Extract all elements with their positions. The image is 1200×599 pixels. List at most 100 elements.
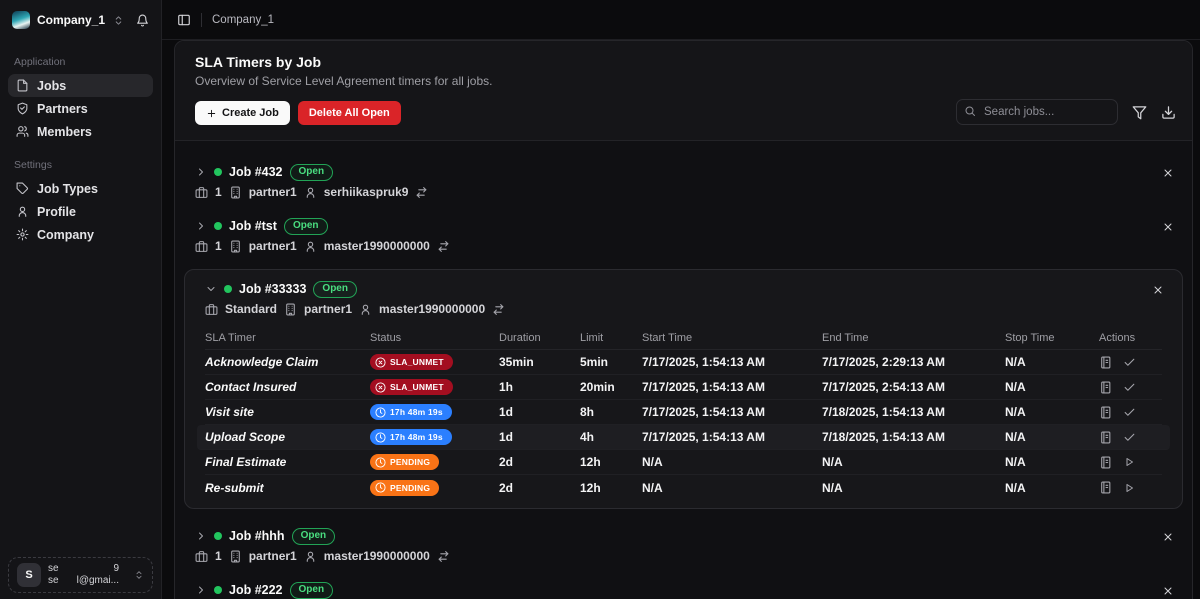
chevron-right-icon[interactable] (195, 584, 207, 596)
check-icon[interactable] (1123, 356, 1136, 369)
chevron-right-icon[interactable] (195, 530, 207, 542)
clock-icon (375, 432, 386, 443)
bell-icon[interactable] (136, 14, 149, 27)
page-title: SLA Timers by Job (195, 54, 1172, 70)
download-icon[interactable] (1161, 105, 1176, 120)
building-icon (229, 186, 242, 199)
user-menu[interactable]: S se9 sel@gmai... (8, 557, 153, 593)
swap-icon[interactable] (415, 186, 428, 199)
chevron-right-icon[interactable] (195, 166, 207, 178)
log-icon[interactable] (1099, 406, 1112, 419)
log-icon[interactable] (1099, 456, 1112, 469)
chevrons-up-down-icon (134, 570, 144, 580)
close-job-button[interactable] (1162, 585, 1174, 597)
divider (201, 13, 202, 27)
search-box (956, 99, 1118, 125)
sla-start-time: 7/17/2025, 1:54:13 AM (642, 380, 822, 394)
sidebar-item-label: Partners (37, 102, 88, 116)
sidebar-item-job-types[interactable]: Job Types (8, 177, 153, 200)
file-icon (16, 79, 29, 92)
nav-section-settings: Settings (0, 159, 161, 171)
briefcase-icon (195, 186, 208, 199)
sla-duration: 35min (499, 355, 580, 369)
user-icon (16, 205, 29, 218)
sla-limit: 4h (580, 430, 642, 444)
sidebar-item-profile[interactable]: Profile (8, 200, 153, 223)
building-icon (229, 240, 242, 253)
breadcrumb[interactable]: Company_1 (212, 14, 274, 26)
close-job-button[interactable] (1162, 167, 1174, 179)
filter-icon[interactable] (1132, 105, 1147, 120)
sla-column-header: Start Time (642, 332, 822, 344)
sla-duration: 1d (499, 405, 580, 419)
sidebar-item-jobs[interactable]: Jobs (8, 74, 153, 97)
workspace-switcher[interactable]: Company_1 (0, 0, 161, 40)
log-icon[interactable] (1099, 431, 1112, 444)
status-badge-label: SLA_UNMET (390, 357, 444, 367)
close-job-button[interactable] (1162, 221, 1174, 233)
building-icon (284, 303, 297, 316)
job-title[interactable]: Job #222 (229, 583, 283, 597)
clock-icon (375, 482, 386, 493)
sla-stop-time: N/A (1005, 380, 1099, 394)
delete-all-open-button[interactable]: Delete All Open (298, 101, 401, 125)
sidebar-item-label: Profile (37, 205, 76, 219)
sidebar-item-company[interactable]: Company (8, 223, 153, 246)
job-title[interactable]: Job #33333 (239, 282, 306, 296)
building-icon (229, 550, 242, 563)
tags-icon (16, 182, 29, 195)
check-icon[interactable] (1123, 381, 1136, 394)
sla-column-header: Limit (580, 332, 642, 344)
sla-column-header: Status (370, 332, 499, 344)
status-badge: SLA_UNMET (370, 379, 453, 395)
job-type: 1 (215, 549, 222, 563)
play-icon[interactable] (1123, 482, 1135, 494)
topbar: Company_1 (162, 0, 1200, 40)
chevron-down-icon[interactable] (205, 283, 217, 295)
sla-stop-time: N/A (1005, 355, 1099, 369)
status-badge: PENDING (370, 454, 439, 470)
swap-icon[interactable] (437, 550, 450, 563)
sla-timer-row: Upload Scope 17h 48m 19s 1d 4h 7/17/2025… (197, 425, 1170, 450)
close-job-button[interactable] (1162, 531, 1174, 543)
sla-stop-time: N/A (1005, 405, 1099, 419)
log-icon[interactable] (1099, 381, 1112, 394)
check-icon[interactable] (1123, 431, 1136, 444)
sidebar-toggle-icon[interactable] (177, 13, 191, 27)
sla-timer-row: Acknowledge Claim SLA_UNMET 35min 5min 7… (205, 350, 1162, 375)
briefcase-icon (195, 240, 208, 253)
circle-x-icon (375, 357, 386, 368)
close-job-button[interactable] (1152, 284, 1164, 296)
shield-icon (16, 102, 29, 115)
job-row: Job #432 Open 1 partner1 serhiikaspruk9 (175, 155, 1192, 209)
user-icon (304, 240, 317, 253)
job-status-dot (214, 532, 222, 540)
sla-duration: 2d (499, 455, 580, 469)
create-job-button[interactable]: Create Job (195, 101, 290, 125)
log-icon[interactable] (1099, 356, 1112, 369)
status-badge-label: 17h 48m 19s (390, 432, 443, 442)
search-input[interactable] (956, 99, 1118, 125)
sidebar-item-partners[interactable]: Partners (8, 97, 153, 120)
sla-start-time: N/A (642, 481, 822, 495)
job-row: Job #222 Open Standard partner1 master19… (175, 573, 1192, 599)
sla-timer-name: Contact Insured (205, 380, 370, 394)
check-icon[interactable] (1123, 406, 1136, 419)
log-icon[interactable] (1099, 481, 1112, 494)
job-title[interactable]: Job #hhh (229, 529, 285, 543)
play-icon[interactable] (1123, 456, 1135, 468)
avatar: S (17, 563, 41, 587)
sidebar-item-members[interactable]: Members (8, 120, 153, 143)
sla-end-time: 7/17/2025, 2:54:13 AM (822, 380, 1005, 394)
chevron-right-icon[interactable] (195, 220, 207, 232)
sla-table-body: Acknowledge Claim SLA_UNMET 35min 5min 7… (205, 350, 1162, 500)
status-badge-label: SLA_UNMET (390, 382, 444, 392)
swap-icon[interactable] (492, 303, 505, 316)
sla-limit: 12h (580, 481, 642, 495)
gear-icon (16, 228, 29, 241)
job-title[interactable]: Job #432 (229, 165, 283, 179)
job-title[interactable]: Job #tst (229, 219, 277, 233)
users-icon (16, 125, 29, 138)
clock-icon (375, 457, 386, 468)
swap-icon[interactable] (437, 240, 450, 253)
